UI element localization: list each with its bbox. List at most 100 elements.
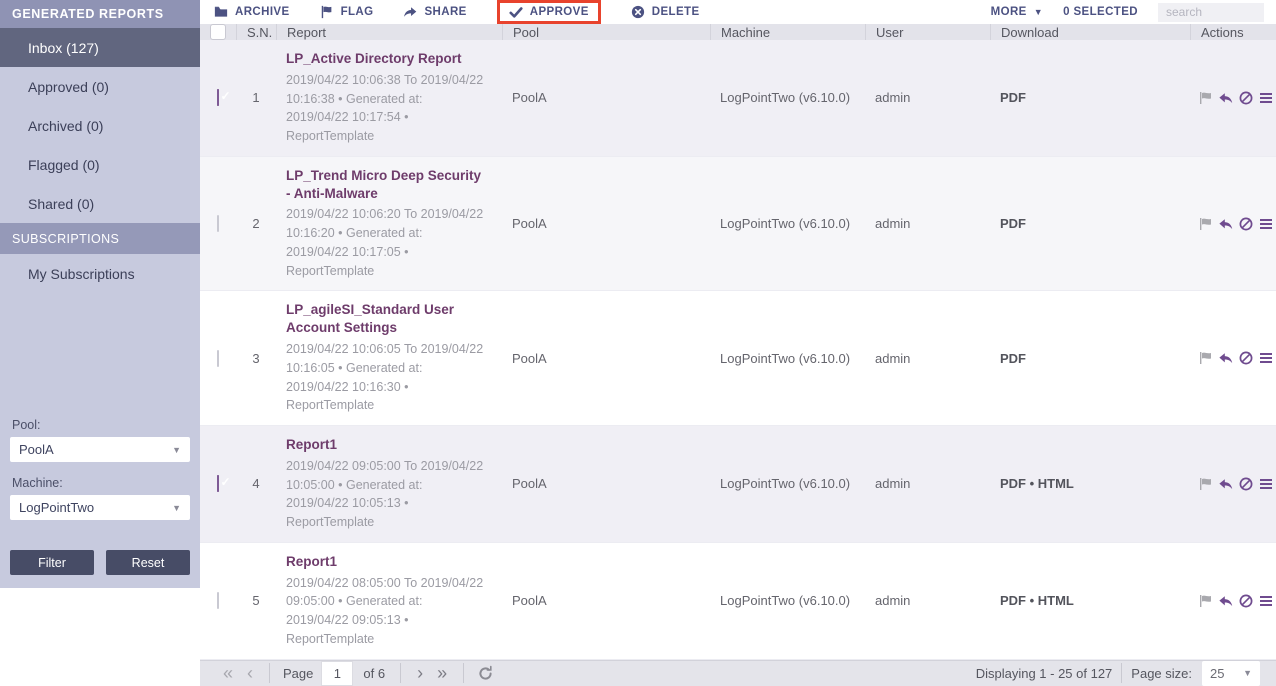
delete-button[interactable]: DELETE bbox=[631, 5, 700, 19]
row-sn: 4 bbox=[252, 476, 260, 492]
sidebar-item-inbox[interactable]: Inbox (127) bbox=[0, 28, 200, 67]
block-icon[interactable] bbox=[1238, 350, 1254, 366]
report-title-link[interactable]: Report1 bbox=[286, 436, 488, 454]
flag-icon[interactable] bbox=[1198, 350, 1214, 366]
report-title-link[interactable]: LP_agileSI_Standard User Account Setting… bbox=[286, 301, 488, 337]
chevron-down-icon: ▼ bbox=[172, 502, 181, 513]
list-icon[interactable] bbox=[1258, 593, 1274, 609]
sidebar-item-label: Inbox (127) bbox=[28, 39, 99, 56]
report-title-link[interactable]: LP_Trend Micro Deep Security - Anti-Malw… bbox=[286, 167, 488, 203]
sidebar-filters: Pool: PoolA ▼ Machine: LogPointTwo ▼ Fil… bbox=[0, 404, 200, 588]
report-meta: 2019/04/22 10:06:20 To 2019/04/22 10:16:… bbox=[286, 207, 484, 278]
block-icon[interactable] bbox=[1238, 476, 1254, 492]
block-icon[interactable] bbox=[1238, 216, 1254, 232]
row-checkbox[interactable] bbox=[217, 592, 219, 610]
download-link[interactable]: PDF • HTML bbox=[990, 593, 1190, 608]
sidebar-item-shared[interactable]: Shared (0) bbox=[0, 184, 200, 223]
share-button[interactable]: SHARE bbox=[403, 5, 466, 19]
prev-page-icon[interactable]: ‹ bbox=[240, 664, 260, 682]
flag-button[interactable]: FLAG bbox=[320, 5, 374, 19]
sidebar-title: GENERATED REPORTS bbox=[0, 0, 200, 28]
list-icon[interactable] bbox=[1258, 476, 1274, 492]
row-actions bbox=[1190, 593, 1276, 609]
list-icon[interactable] bbox=[1258, 90, 1274, 106]
sidebar-item-my-subscriptions[interactable]: My Subscriptions bbox=[0, 254, 200, 293]
table-body: 1 LP_Active Directory Report 2019/04/22 … bbox=[200, 40, 1276, 660]
report-meta: 2019/04/22 08:05:00 To 2019/04/22 09:05:… bbox=[286, 575, 484, 646]
sidebar-item-flagged[interactable]: Flagged (0) bbox=[0, 145, 200, 184]
row-sn: 2 bbox=[252, 216, 260, 232]
reply-icon[interactable] bbox=[1218, 593, 1234, 609]
displaying-label: Displaying 1 - 25 of 127 bbox=[975, 665, 1113, 681]
search-input[interactable] bbox=[1158, 2, 1264, 22]
last-page-icon[interactable]: » bbox=[430, 664, 454, 682]
sidebar: GENERATED REPORTS Inbox (127) Approved (… bbox=[0, 0, 200, 588]
row-user: admin bbox=[875, 90, 911, 106]
reply-icon[interactable] bbox=[1218, 350, 1234, 366]
flag-icon[interactable] bbox=[1198, 593, 1214, 609]
download-link[interactable]: PDF • HTML bbox=[990, 476, 1190, 491]
selected-count: 0 SELECTED bbox=[1063, 6, 1138, 18]
reply-icon[interactable] bbox=[1218, 476, 1234, 492]
download-link[interactable]: PDF bbox=[990, 90, 1190, 105]
reply-icon[interactable] bbox=[1218, 90, 1234, 106]
pool-select-value: PoolA bbox=[19, 442, 54, 457]
filter-button[interactable]: Filter bbox=[10, 550, 94, 575]
page-label: Page bbox=[283, 665, 314, 681]
download-link[interactable]: PDF bbox=[990, 351, 1190, 366]
reply-icon[interactable] bbox=[1218, 216, 1234, 232]
row-actions bbox=[1190, 90, 1276, 106]
download-link[interactable]: PDF bbox=[990, 216, 1190, 231]
select-all-checkbox[interactable] bbox=[210, 24, 226, 40]
chevron-down-icon: ▼ bbox=[1243, 668, 1252, 679]
column-header-download[interactable]: Download bbox=[990, 24, 1190, 40]
flag-icon[interactable] bbox=[1198, 216, 1214, 232]
column-header-pool[interactable]: Pool bbox=[502, 24, 710, 40]
sidebar-item-label: Archived (0) bbox=[28, 117, 104, 134]
list-icon[interactable] bbox=[1258, 350, 1274, 366]
flag-icon[interactable] bbox=[1198, 476, 1214, 492]
row-user: admin bbox=[875, 216, 911, 232]
row-user: admin bbox=[875, 593, 911, 609]
archive-button[interactable]: ARCHIVE bbox=[214, 5, 290, 19]
row-pool: PoolA bbox=[512, 593, 547, 609]
row-checkbox[interactable] bbox=[217, 349, 219, 367]
page-number-input[interactable] bbox=[321, 660, 354, 686]
column-header-report[interactable]: Report bbox=[276, 24, 502, 40]
sidebar-item-label: Flagged (0) bbox=[28, 156, 100, 173]
approve-button[interactable]: APPROVE bbox=[509, 5, 589, 19]
row-actions bbox=[1190, 350, 1276, 366]
x-circle-icon bbox=[631, 5, 644, 19]
sidebar-item-archived[interactable]: Archived (0) bbox=[0, 106, 200, 145]
report-title-link[interactable]: Report1 bbox=[286, 553, 488, 571]
row-checkbox[interactable] bbox=[217, 475, 219, 493]
approve-highlight-box: APPROVE bbox=[496, 0, 601, 24]
report-title-link[interactable]: LP_Active Directory Report bbox=[286, 50, 488, 68]
first-page-icon[interactable]: « bbox=[216, 664, 240, 682]
machine-select[interactable]: LogPointTwo ▼ bbox=[10, 495, 190, 520]
share-label: SHARE bbox=[424, 6, 467, 18]
row-user: admin bbox=[875, 476, 911, 492]
column-header-user[interactable]: User bbox=[865, 24, 990, 40]
column-header-sn[interactable]: S.N. bbox=[236, 24, 276, 40]
more-button[interactable]: MORE ▼ bbox=[991, 6, 1043, 18]
approve-label: APPROVE bbox=[529, 6, 589, 18]
divider bbox=[400, 663, 402, 684]
block-icon[interactable] bbox=[1238, 90, 1254, 106]
block-icon[interactable] bbox=[1238, 593, 1254, 609]
sidebar-item-label: My Subscriptions bbox=[28, 265, 135, 282]
page-size-select[interactable]: 25 ▼ bbox=[1202, 660, 1260, 686]
row-checkbox[interactable] bbox=[217, 89, 219, 107]
refresh-icon[interactable] bbox=[477, 665, 494, 682]
list-icon[interactable] bbox=[1258, 216, 1274, 232]
row-checkbox[interactable] bbox=[217, 215, 219, 233]
reset-button[interactable]: Reset bbox=[106, 550, 190, 575]
sidebar-item-approved[interactable]: Approved (0) bbox=[0, 67, 200, 106]
flag-icon[interactable] bbox=[1198, 90, 1214, 106]
chevron-down-icon: ▼ bbox=[172, 444, 181, 455]
column-header-machine[interactable]: Machine bbox=[710, 24, 865, 40]
next-page-icon[interactable]: › bbox=[410, 664, 430, 682]
row-actions bbox=[1190, 216, 1276, 232]
page-size-value: 25 bbox=[1210, 665, 1225, 681]
pool-select[interactable]: PoolA ▼ bbox=[10, 437, 190, 462]
